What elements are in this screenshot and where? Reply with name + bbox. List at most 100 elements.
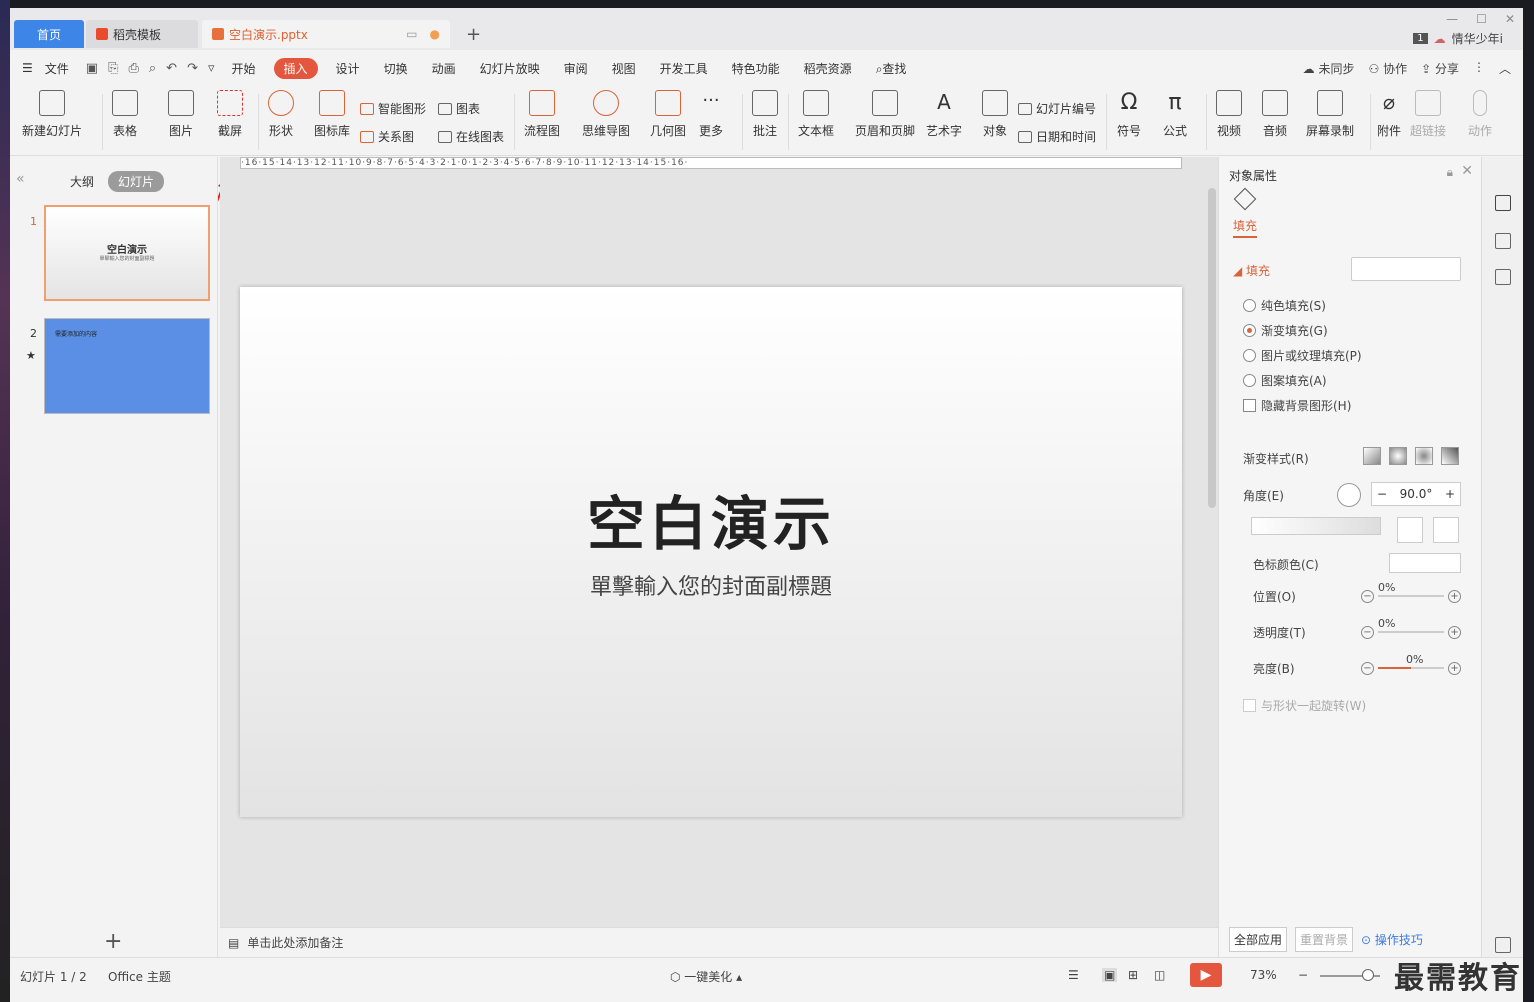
flowchart-button[interactable]: 流程图 (524, 90, 560, 139)
collapse-ribbon-icon[interactable]: ︿ (1499, 60, 1511, 77)
transparency-slider[interactable]: −0% + (1361, 617, 1461, 639)
audio-button[interactable]: 音频 (1262, 90, 1288, 139)
user-name[interactable]: 情华少年i (1452, 30, 1503, 47)
attachment-button[interactable]: ⌀ 附件 (1376, 90, 1402, 139)
delete-stop-icon[interactable] (1433, 517, 1459, 543)
menu-animation[interactable]: 动画 (420, 60, 468, 77)
slides-tab[interactable]: 幻灯片 (108, 171, 165, 192)
file-menu[interactable]: 文件 (45, 60, 81, 77)
beautify-button[interactable]: ⬡ 一键美化 ▴ (670, 968, 742, 985)
props-title[interactable]: 对象属性 (1229, 167, 1277, 184)
zoom-out-icon[interactable]: − (1298, 968, 1308, 982)
menu-start[interactable]: 开始 (220, 60, 268, 77)
export-icon[interactable]: ⎘ (108, 61, 118, 76)
reading-view-icon[interactable]: ◫ (1154, 968, 1165, 982)
monitor-icon[interactable]: ▭ (406, 27, 417, 41)
close-icon[interactable]: ✕ (1461, 163, 1473, 179)
wordart-button[interactable]: A 艺术字 (926, 90, 962, 139)
add-slide-icon[interactable]: + (104, 929, 122, 954)
zoom-level[interactable]: 73% (1250, 968, 1277, 982)
new-slide-button[interactable]: 新建幻灯片 (22, 90, 82, 139)
object-button[interactable]: 对象 (982, 90, 1008, 139)
tab-document[interactable]: 空白演示.pptx ▭ ● (202, 20, 450, 48)
action-button[interactable]: 动作 (1468, 90, 1492, 139)
gradient-bar[interactable] (1251, 517, 1381, 535)
slide-thumbnail-1[interactable]: 空白演示 單擊輸入您的封面副標題 (44, 205, 210, 301)
textbox-button[interactable]: 文本框 (798, 90, 834, 139)
collab-button[interactable]: ⚇ 协作 (1369, 60, 1408, 77)
relation-button[interactable]: 关系图 (360, 128, 414, 145)
slide-subtitle[interactable]: 單擊輸入您的封面副標題 (240, 569, 1182, 601)
slider-track[interactable]: 0% (1378, 653, 1444, 669)
plus-icon[interactable]: + (1448, 625, 1461, 639)
new-tab-button[interactable]: + (466, 24, 481, 45)
menu-developer[interactable]: 开发工具 (648, 60, 720, 77)
gradient-style-rect[interactable] (1415, 447, 1433, 465)
share-button[interactable]: ⇪ 分享 (1421, 60, 1459, 77)
slider-track[interactable]: 0% (1378, 617, 1444, 633)
icon-library-button[interactable]: 图标库 (314, 90, 350, 139)
save-icon[interactable]: ▣ (86, 61, 98, 76)
redo-icon[interactable]: ↷ (187, 61, 198, 76)
screenshot-button[interactable]: 截屏 (217, 90, 243, 139)
smartart-button[interactable]: 智能图形 (360, 100, 426, 117)
search-icon[interactable]: ⌕查找 (864, 60, 919, 77)
gradient-fill-radio[interactable]: 渐变填充(G) (1243, 322, 1328, 339)
menu-features[interactable]: 特色功能 (720, 60, 792, 77)
comment-button[interactable]: 批注 (752, 90, 778, 139)
screen-record-button[interactable]: 屏幕录制 (1306, 90, 1354, 139)
preview-icon[interactable]: ⌕ (149, 61, 156, 76)
fill-tab[interactable]: 填充 (1233, 217, 1258, 238)
maximize-icon[interactable]: ☐ (1476, 12, 1487, 26)
pattern-fill-radio[interactable]: 图案填充(A) (1243, 372, 1327, 389)
slide-canvas[interactable]: 空白演示 單擊輸入您的封面副標題 (240, 287, 1182, 817)
shape-button[interactable]: 形状 (268, 90, 294, 139)
menu-slideshow[interactable]: 幻灯片放映 (468, 60, 552, 77)
notes-area[interactable]: ▤ 单击此处添加备注 (220, 927, 1218, 957)
vertical-scrollbar[interactable] (1206, 168, 1218, 928)
slide-number-button[interactable]: 幻灯片编号 (1018, 100, 1096, 117)
outline-tab[interactable]: 大纲 (70, 173, 94, 190)
scroll-thumb[interactable] (1208, 188, 1216, 508)
print-icon[interactable]: ⎙ (128, 61, 138, 76)
slide-thumbnail-2[interactable]: 需要添加的内容 (44, 318, 210, 414)
position-slider[interactable]: −0% + (1361, 581, 1461, 603)
animation-icon[interactable] (1495, 233, 1511, 249)
picture-button[interactable]: 图片 (168, 90, 194, 139)
minus-icon[interactable]: − (1361, 589, 1374, 603)
gradient-style-path[interactable] (1441, 447, 1459, 465)
hide-bg-checkbox[interactable]: 隐藏背景图形(H) (1243, 397, 1351, 414)
video-button[interactable]: 视频 (1216, 90, 1242, 139)
brightness-slider[interactable]: − 0% + (1361, 653, 1461, 675)
tips-link[interactable]: ⊙ 操作技巧 (1361, 931, 1423, 948)
fill-section-header[interactable]: ◢ 填充 (1233, 262, 1270, 279)
reset-bg-button[interactable]: 重置背景 (1295, 927, 1354, 952)
menu-design[interactable]: 设计 (324, 60, 372, 77)
menu-view[interactable]: 视图 (600, 60, 648, 77)
geometry-button[interactable]: 几何图 (650, 90, 686, 139)
angle-dial[interactable] (1337, 483, 1361, 507)
sync-button[interactable]: ☁ 未同步 (1303, 60, 1355, 77)
menu-insert[interactable]: 插入 (273, 57, 318, 79)
grid-icon[interactable] (1495, 937, 1511, 953)
formula-button[interactable]: π 公式 (1162, 90, 1188, 139)
minus-icon[interactable]: − (1372, 487, 1392, 501)
fill-bucket-icon[interactable] (1233, 187, 1257, 211)
solid-fill-radio[interactable]: 纯色填充(S) (1243, 297, 1326, 314)
undo-icon[interactable]: ↶ (166, 61, 177, 76)
plus-icon[interactable]: + (1440, 487, 1460, 501)
collapse-panel-icon[interactable]: « (16, 171, 25, 187)
close-icon[interactable]: ✕ (1505, 12, 1515, 26)
chart-button[interactable]: 图表 (438, 100, 480, 117)
hyperlink-button[interactable]: 超链接 (1410, 90, 1446, 139)
add-stop-icon[interactable] (1397, 517, 1423, 543)
sorter-view-icon[interactable]: ⊞ (1128, 968, 1138, 982)
symbol-button[interactable]: Ω 符号 (1116, 90, 1142, 139)
menu-resources[interactable]: 稻壳资源 (792, 60, 864, 77)
picture-fill-radio[interactable]: 图片或纹理填充(P) (1243, 347, 1362, 364)
angle-stepper[interactable]: −90.0° + (1371, 482, 1461, 506)
menu-transition[interactable]: 切换 (372, 60, 420, 77)
tab-templates[interactable]: 稻壳模板 (86, 20, 198, 48)
normal-view-icon[interactable]: ▣ (1102, 968, 1118, 982)
plus-icon[interactable]: + (1448, 589, 1461, 603)
